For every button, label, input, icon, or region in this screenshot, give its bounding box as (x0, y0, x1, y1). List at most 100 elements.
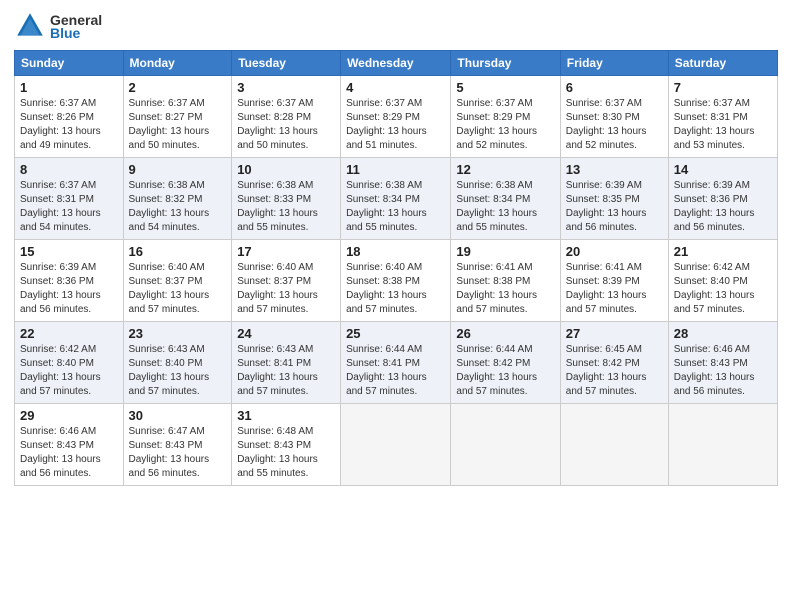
day-number: 6 (566, 80, 663, 95)
day-info: Sunrise: 6:48 AM Sunset: 8:43 PM Dayligh… (237, 425, 335, 481)
day-info: Sunrise: 6:41 AM Sunset: 8:39 PM Dayligh… (566, 261, 663, 317)
day-number: 5 (456, 80, 554, 95)
calendar-cell: 19 Sunrise: 6:41 AM Sunset: 8:38 PM Dayli… (451, 240, 560, 322)
day-info: Sunrise: 6:37 AM Sunset: 8:31 PM Dayligh… (674, 97, 772, 153)
calendar-cell: 6 Sunrise: 6:37 AM Sunset: 8:30 PM Daylig… (560, 76, 668, 158)
day-number: 21 (674, 244, 772, 259)
calendar-cell: 1 Sunrise: 6:37 AM Sunset: 8:26 PM Daylig… (15, 76, 124, 158)
day-info: Sunrise: 6:39 AM Sunset: 8:36 PM Dayligh… (20, 261, 118, 317)
logo: General Blue (14, 10, 102, 42)
calendar-cell: 4Sunrise: 6:37 AM Sunset: 8:29 PM Daylig… (341, 76, 451, 158)
day-number: 22 (20, 326, 118, 341)
weekday-header-thursday: Thursday (451, 51, 560, 76)
week-row-2: 8 Sunrise: 6:37 AM Sunset: 8:31 PM Daylig… (15, 158, 778, 240)
page: General Blue SundayMondayTuesdayWednesda… (0, 0, 792, 612)
day-number: 3 (237, 80, 335, 95)
calendar-cell: 21 Sunrise: 6:42 AM Sunset: 8:40 PM Dayli… (668, 240, 777, 322)
calendar-table: SundayMondayTuesdayWednesdayThursdayFrid… (14, 50, 778, 486)
day-info: Sunrise: 6:37 AM Sunset: 8:31 PM Dayligh… (20, 179, 118, 235)
day-info: Sunrise: 6:44 AM Sunset: 8:41 PM Dayligh… (346, 343, 445, 399)
day-info: Sunrise: 6:42 AM Sunset: 8:40 PM Dayligh… (674, 261, 772, 317)
day-number: 24 (237, 326, 335, 341)
day-number: 28 (674, 326, 772, 341)
weekday-header-row: SundayMondayTuesdayWednesdayThursdayFrid… (15, 51, 778, 76)
header: General Blue (14, 10, 778, 42)
day-number: 11 (346, 162, 445, 177)
day-info: Sunrise: 6:40 AM Sunset: 8:38 PM Dayligh… (346, 261, 445, 317)
day-info: Sunrise: 6:43 AM Sunset: 8:41 PM Dayligh… (237, 343, 335, 399)
calendar-cell: 11 Sunrise: 6:38 AM Sunset: 8:34 PM Dayli… (341, 158, 451, 240)
day-number: 27 (566, 326, 663, 341)
calendar-cell: 9 Sunrise: 6:38 AM Sunset: 8:32 PM Daylig… (123, 158, 232, 240)
calendar-cell: 25 Sunrise: 6:44 AM Sunset: 8:41 PM Dayli… (341, 322, 451, 404)
calendar-cell: 2 Sunrise: 6:37 AM Sunset: 8:27 PM Daylig… (123, 76, 232, 158)
day-info: Sunrise: 6:40 AM Sunset: 8:37 PM Dayligh… (237, 261, 335, 317)
weekday-header-tuesday: Tuesday (232, 51, 341, 76)
day-number: 2 (129, 80, 227, 95)
calendar-cell (560, 404, 668, 486)
day-info: Sunrise: 6:43 AM Sunset: 8:40 PM Dayligh… (129, 343, 227, 399)
day-number: 9 (129, 162, 227, 177)
day-number: 25 (346, 326, 445, 341)
day-number: 18 (346, 244, 445, 259)
calendar-cell (341, 404, 451, 486)
calendar-cell: 20 Sunrise: 6:41 AM Sunset: 8:39 PM Dayli… (560, 240, 668, 322)
day-info: Sunrise: 6:40 AM Sunset: 8:37 PM Dayligh… (129, 261, 227, 317)
logo-icon (14, 10, 46, 42)
weekday-header-friday: Friday (560, 51, 668, 76)
day-info: Sunrise: 6:37 AM Sunset: 8:29 PM Dayligh… (346, 97, 445, 153)
calendar-cell: 23 Sunrise: 6:43 AM Sunset: 8:40 PM Dayli… (123, 322, 232, 404)
calendar-cell: 16 Sunrise: 6:40 AM Sunset: 8:37 PM Dayli… (123, 240, 232, 322)
day-info: Sunrise: 6:37 AM Sunset: 8:26 PM Dayligh… (20, 97, 118, 153)
calendar-cell: 8 Sunrise: 6:37 AM Sunset: 8:31 PM Daylig… (15, 158, 124, 240)
day-info: Sunrise: 6:46 AM Sunset: 8:43 PM Dayligh… (674, 343, 772, 399)
day-number: 10 (237, 162, 335, 177)
weekday-header-sunday: Sunday (15, 51, 124, 76)
calendar-cell: 24 Sunrise: 6:43 AM Sunset: 8:41 PM Dayli… (232, 322, 341, 404)
calendar-cell: 30 Sunrise: 6:47 AM Sunset: 8:43 PM Dayli… (123, 404, 232, 486)
calendar-cell: 7 Sunrise: 6:37 AM Sunset: 8:31 PM Daylig… (668, 76, 777, 158)
day-number: 30 (129, 408, 227, 423)
day-number: 12 (456, 162, 554, 177)
weekday-header-wednesday: Wednesday (341, 51, 451, 76)
calendar-cell: 27 Sunrise: 6:45 AM Sunset: 8:42 PM Dayli… (560, 322, 668, 404)
calendar-cell: 14Sunrise: 6:39 AM Sunset: 8:36 PM Dayli… (668, 158, 777, 240)
day-info: Sunrise: 6:44 AM Sunset: 8:42 PM Dayligh… (456, 343, 554, 399)
day-info: Sunrise: 6:38 AM Sunset: 8:34 PM Dayligh… (456, 179, 554, 235)
calendar-cell (451, 404, 560, 486)
day-info: Sunrise: 6:38 AM Sunset: 8:33 PM Dayligh… (237, 179, 335, 235)
weekday-header-saturday: Saturday (668, 51, 777, 76)
day-number: 19 (456, 244, 554, 259)
day-info: Sunrise: 6:39 AM Sunset: 8:35 PM Dayligh… (566, 179, 663, 235)
day-number: 16 (129, 244, 227, 259)
day-number: 7 (674, 80, 772, 95)
logo-brand: General Blue (14, 10, 102, 42)
day-number: 8 (20, 162, 118, 177)
calendar-cell: 28 Sunrise: 6:46 AM Sunset: 8:43 PM Dayli… (668, 322, 777, 404)
calendar-cell: 3 Sunrise: 6:37 AM Sunset: 8:28 PM Daylig… (232, 76, 341, 158)
day-info: Sunrise: 6:45 AM Sunset: 8:42 PM Dayligh… (566, 343, 663, 399)
day-number: 23 (129, 326, 227, 341)
calendar-cell: 31 Sunrise: 6:48 AM Sunset: 8:43 PM Dayli… (232, 404, 341, 486)
calendar-cell: 29 Sunrise: 6:46 AM Sunset: 8:43 PM Dayli… (15, 404, 124, 486)
day-number: 15 (20, 244, 118, 259)
day-number: 26 (456, 326, 554, 341)
calendar-cell: 10 Sunrise: 6:38 AM Sunset: 8:33 PM Dayli… (232, 158, 341, 240)
day-info: Sunrise: 6:37 AM Sunset: 8:28 PM Dayligh… (237, 97, 335, 153)
day-number: 20 (566, 244, 663, 259)
day-number: 29 (20, 408, 118, 423)
day-info: Sunrise: 6:37 AM Sunset: 8:27 PM Dayligh… (129, 97, 227, 153)
weekday-header-monday: Monday (123, 51, 232, 76)
week-row-5: 29 Sunrise: 6:46 AM Sunset: 8:43 PM Dayli… (15, 404, 778, 486)
day-info: Sunrise: 6:38 AM Sunset: 8:32 PM Dayligh… (129, 179, 227, 235)
calendar-cell: 26 Sunrise: 6:44 AM Sunset: 8:42 PM Dayli… (451, 322, 560, 404)
day-info: Sunrise: 6:41 AM Sunset: 8:38 PM Dayligh… (456, 261, 554, 317)
day-number: 31 (237, 408, 335, 423)
day-info: Sunrise: 6:37 AM Sunset: 8:30 PM Dayligh… (566, 97, 663, 153)
day-number: 1 (20, 80, 118, 95)
day-info: Sunrise: 6:46 AM Sunset: 8:43 PM Dayligh… (20, 425, 118, 481)
week-row-4: 22Sunrise: 6:42 AM Sunset: 8:40 PM Dayli… (15, 322, 778, 404)
calendar-cell: 18 Sunrise: 6:40 AM Sunset: 8:38 PM Dayli… (341, 240, 451, 322)
day-info: Sunrise: 6:38 AM Sunset: 8:34 PM Dayligh… (346, 179, 445, 235)
day-info: Sunrise: 6:47 AM Sunset: 8:43 PM Dayligh… (129, 425, 227, 481)
